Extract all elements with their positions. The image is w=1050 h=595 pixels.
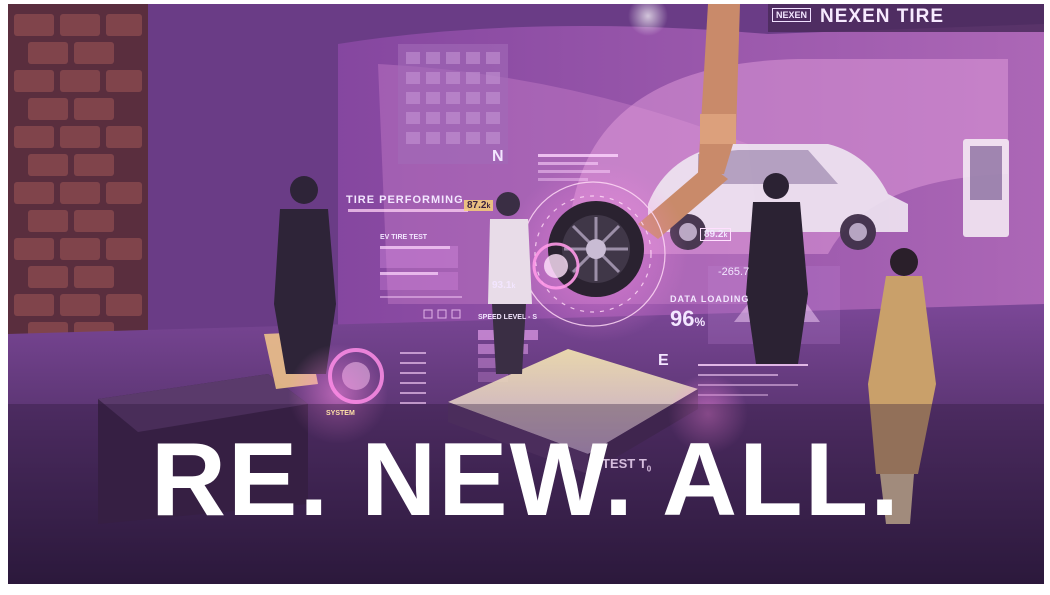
ev-tire-test-label: EV TIRE TEST (380, 234, 428, 241)
image-frame: NEXEN NEXEN TIRE TIRE PERFORMING EV TIRE… (0, 0, 1050, 595)
reading-2: 89.2k (700, 228, 732, 241)
reading-3: 93.1k (492, 280, 516, 291)
system-label: SYSTEM (326, 410, 355, 417)
coordinate-readout: -265.7 (718, 266, 750, 278)
data-loading-label: DATA LOADING (670, 294, 750, 304)
letter-n: N (492, 148, 504, 165)
speed-level-label: SPEED LEVEL - S (478, 314, 537, 321)
showroom-scene: NEXEN NEXEN TIRE TIRE PERFORMING EV TIRE… (8, 4, 1044, 584)
letter-e: E (658, 352, 669, 369)
headline: RE. NEW. ALL. (150, 422, 902, 538)
data-loading-value: 96% (670, 306, 706, 331)
tire-performing-label: TIRE PERFORMING (346, 194, 464, 206)
brand-logo-mark: NEXEN (772, 8, 812, 22)
reading-1: 87.2k (464, 200, 494, 211)
brand-logo: NEXEN TIRE (820, 6, 945, 27)
